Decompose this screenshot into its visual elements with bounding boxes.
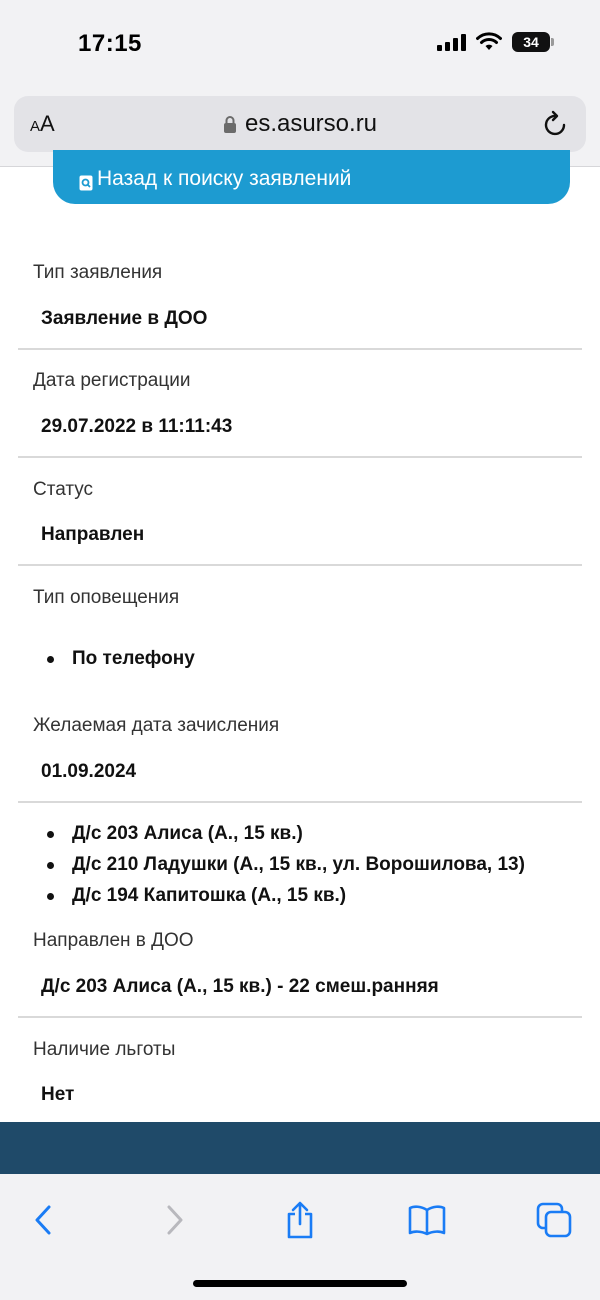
back-to-search-button[interactable]: Назад к поиску заявлений	[53, 150, 570, 204]
kindergarten-list: Д/с 203 Алиса (А., 15 кв.) Д/с 210 Ладуш…	[41, 818, 525, 911]
registration-date-label: Дата регистрации	[33, 370, 191, 391]
tabs-icon[interactable]	[532, 1198, 576, 1242]
status-label: Статус	[33, 479, 94, 500]
application-type-label: Тип заявления	[33, 262, 163, 283]
divider	[18, 456, 582, 458]
bookmarks-icon[interactable]	[405, 1198, 449, 1242]
directed-to-value: Д/с 203 Алиса (А., 15 кв.) - 22 смеш.ран…	[41, 976, 439, 997]
url-field[interactable]: es.asurso.ru	[14, 110, 586, 138]
search-document-icon	[79, 175, 93, 191]
status-icons: 34	[437, 32, 554, 52]
battery-level: 34	[523, 34, 539, 50]
desired-date-value: 01.09.2024	[41, 761, 137, 782]
benefit-value: Нет	[41, 1084, 75, 1105]
list-item: Д/с 194 Капитошка (А., 15 кв.)	[41, 880, 525, 911]
url-text: es.asurso.ru	[244, 110, 378, 137]
application-type-value: Заявление в ДОО	[41, 308, 208, 329]
divider	[18, 801, 582, 803]
battery-icon: 34	[512, 32, 554, 52]
notification-list: По телефону	[41, 643, 195, 674]
forward-icon[interactable]	[152, 1198, 196, 1242]
notification-type-label: Тип оповещения	[33, 587, 180, 608]
browser-chrome: 17:15 34 AA es.asurso.ru	[0, 0, 600, 167]
list-item: Д/с 203 Алиса (А., 15 кв.)	[41, 818, 525, 849]
status-value: Направлен	[41, 524, 145, 545]
benefit-label: Наличие льготы	[33, 1039, 176, 1060]
address-bar[interactable]: AA es.asurso.ru	[14, 96, 586, 152]
desired-date-label: Желаемая дата зачисления	[33, 715, 280, 736]
list-item: Д/с 210 Ладушки (А., 15 кв., ул. Ворошил…	[41, 849, 525, 880]
back-button-label: Назад к поиску заявлений	[97, 167, 352, 190]
site-footer	[0, 1122, 600, 1174]
divider	[18, 348, 582, 350]
reload-icon[interactable]	[542, 109, 570, 139]
home-indicator	[193, 1280, 407, 1287]
lock-icon	[223, 116, 236, 133]
wifi-icon	[476, 32, 502, 50]
share-icon[interactable]	[278, 1198, 322, 1242]
list-item: По телефону	[41, 643, 195, 674]
back-icon[interactable]	[22, 1198, 66, 1242]
divider	[18, 1016, 582, 1018]
divider	[18, 564, 582, 566]
status-time: 17:15	[78, 30, 142, 57]
directed-to-label: Направлен в ДОО	[33, 930, 194, 951]
cellular-signal-icon	[437, 33, 466, 51]
registration-date-value: 29.07.2022 в 11:11:43	[41, 416, 233, 437]
